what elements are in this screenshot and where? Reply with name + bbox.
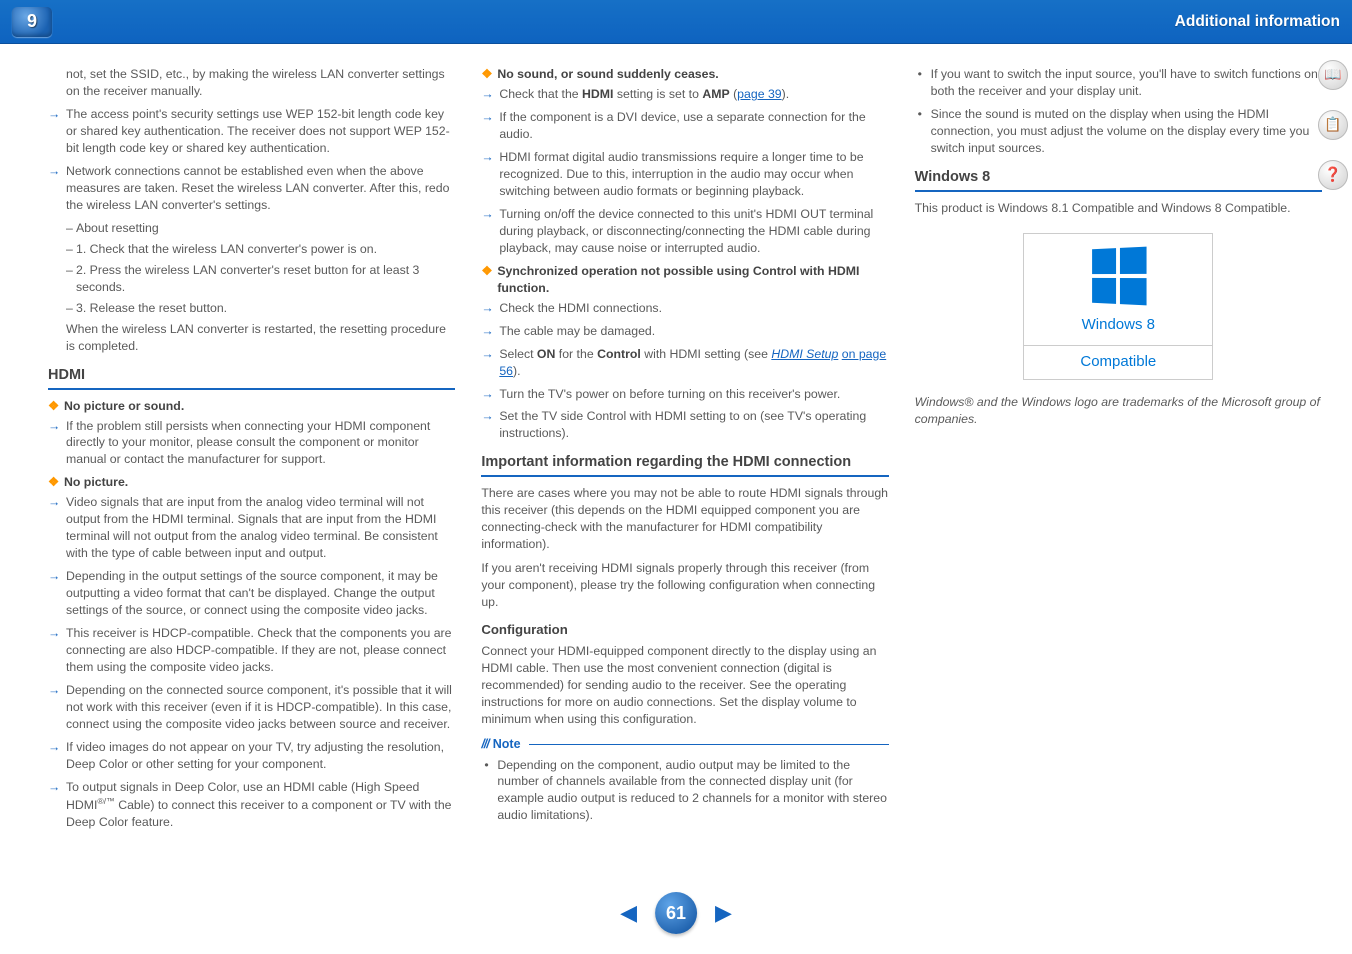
- important-heading: Important information regarding the HDMI…: [481, 452, 888, 477]
- paragraph: There are cases where you may not be abl…: [481, 485, 888, 553]
- paragraph: If you aren't receiving HDMI signals pro…: [481, 560, 888, 611]
- help-icon[interactable]: ❓: [1318, 160, 1348, 190]
- configuration-heading: Configuration: [481, 621, 888, 639]
- paragraph: This product is Windows 8.1 Compatible a…: [915, 200, 1322, 217]
- bullet-dot: Since the sound is muted on the display …: [915, 106, 1322, 157]
- diamond-heading: No sound, or sound suddenly ceases.: [481, 66, 888, 83]
- txt: ).: [513, 364, 521, 378]
- bullet-arrow: If video images do not appear on your TV…: [48, 739, 455, 773]
- txt: setting is set to: [613, 87, 702, 101]
- bullet-arrow: If the component is a DVI device, use a …: [481, 109, 888, 143]
- arrow-text-post: Cable) to connect this receiver to a com…: [66, 798, 452, 829]
- trademark-sup: ®/™: [97, 796, 114, 806]
- windows-compatible-badge: Windows 8 Compatible: [1023, 233, 1213, 380]
- trademark-notice: Windows® and the Windows logo are tradem…: [915, 394, 1322, 428]
- chapter-number-badge: 9: [12, 7, 52, 37]
- bullet-dash: About resetting: [48, 220, 455, 237]
- page-link[interactable]: page 39: [737, 87, 781, 101]
- bullet-arrow: Set the TV side Control with HDMI settin…: [481, 408, 888, 442]
- bullet-arrow: The access point's security settings use…: [48, 106, 455, 157]
- column-2: No sound, or sound suddenly ceases. Chec…: [481, 66, 888, 837]
- bullet-arrow: The cable may be damaged.: [481, 323, 888, 340]
- bullet-arrow: Turn the TV's power on before turning on…: [481, 386, 888, 403]
- column-1: not, set the SSID, etc., by making the w…: [48, 66, 455, 837]
- windows-badge-title: Windows 8: [1024, 315, 1212, 336]
- note-rule: [529, 744, 889, 745]
- txt: for the: [555, 347, 597, 361]
- bullet-arrow: To output signals in Deep Color, use an …: [48, 779, 455, 831]
- header-title: Additional information: [1175, 11, 1340, 32]
- windows-badge-top: Windows 8: [1024, 234, 1212, 346]
- nested-text: When the wireless LAN converter is resta…: [48, 321, 455, 355]
- note-heading: /// Note: [481, 736, 888, 753]
- bullet-arrow: If the problem still persists when conne…: [48, 418, 455, 469]
- diamond-heading: No picture.: [48, 474, 455, 491]
- bullet-arrow: Video signals that are input from the an…: [48, 494, 455, 562]
- txt: Select: [499, 347, 537, 361]
- paragraph: Connect your HDMI-equipped component dir…: [481, 643, 888, 728]
- bullet-dash: 2. Press the wireless LAN converter's re…: [48, 262, 455, 296]
- bullet-arrow: This receiver is HDCP-compatible. Check …: [48, 625, 455, 676]
- note-slashes-icon: ///: [481, 736, 488, 753]
- header-bar: 9 Additional information: [0, 0, 1352, 44]
- bullet-arrow: Check the HDMI connections.: [481, 300, 888, 317]
- diamond-heading: Synchronized operation not possible usin…: [481, 263, 888, 297]
- page-number-badge: 61: [655, 892, 697, 934]
- note-label: Note: [493, 736, 521, 753]
- bullet-arrow: Turning on/off the device connected to t…: [481, 206, 888, 257]
- bullet-arrow: Depending on the connected source compon…: [48, 682, 455, 733]
- txt: ).: [782, 87, 790, 101]
- hdmi-setup-link[interactable]: HDMI Setup: [771, 347, 838, 361]
- txt: with HDMI setting (see: [641, 347, 772, 361]
- windows-badge-bottom: Compatible: [1024, 345, 1212, 379]
- bullet-arrow: Network connections cannot be establishe…: [48, 163, 455, 214]
- windows-logo-icon: [1092, 246, 1146, 305]
- page-nav: ◀ 61 ▶: [620, 892, 732, 934]
- bullet-arrow: HDMI format digital audio transmissions …: [481, 149, 888, 200]
- bold-control: Control: [597, 347, 641, 361]
- diamond-heading: No picture or sound.: [48, 398, 455, 415]
- column-3: If you want to switch the input source, …: [915, 66, 1322, 837]
- bold-hdmi: HDMI: [582, 87, 613, 101]
- bold-on: ON: [537, 347, 555, 361]
- manual-icon[interactable]: 📖: [1318, 60, 1348, 90]
- bullet-dash: 1. Check that the wireless LAN converter…: [48, 241, 455, 258]
- bullet-arrow: Depending in the output settings of the …: [48, 568, 455, 619]
- hdmi-heading: HDMI: [48, 365, 455, 390]
- next-page-button[interactable]: ▶: [715, 898, 732, 928]
- side-icon-bar: 📖 📋 ❓: [1318, 60, 1348, 190]
- txt: Check that the: [499, 87, 582, 101]
- bullet-dot: Depending on the component, audio output…: [481, 757, 888, 825]
- bullet-dash: 3. Release the reset button.: [48, 300, 455, 317]
- bullet-arrow: Check that the HDMI setting is set to AM…: [481, 86, 888, 103]
- prev-page-button[interactable]: ◀: [620, 898, 637, 928]
- remote-icon[interactable]: 📋: [1318, 110, 1348, 140]
- content-columns: not, set the SSID, etc., by making the w…: [0, 44, 1352, 847]
- continued-text: not, set the SSID, etc., by making the w…: [48, 66, 455, 100]
- bullet-arrow: Select ON for the Control with HDMI sett…: [481, 346, 888, 380]
- bold-amp: AMP: [702, 87, 729, 101]
- bullet-dot: If you want to switch the input source, …: [915, 66, 1322, 100]
- windows-heading: Windows 8: [915, 167, 1322, 192]
